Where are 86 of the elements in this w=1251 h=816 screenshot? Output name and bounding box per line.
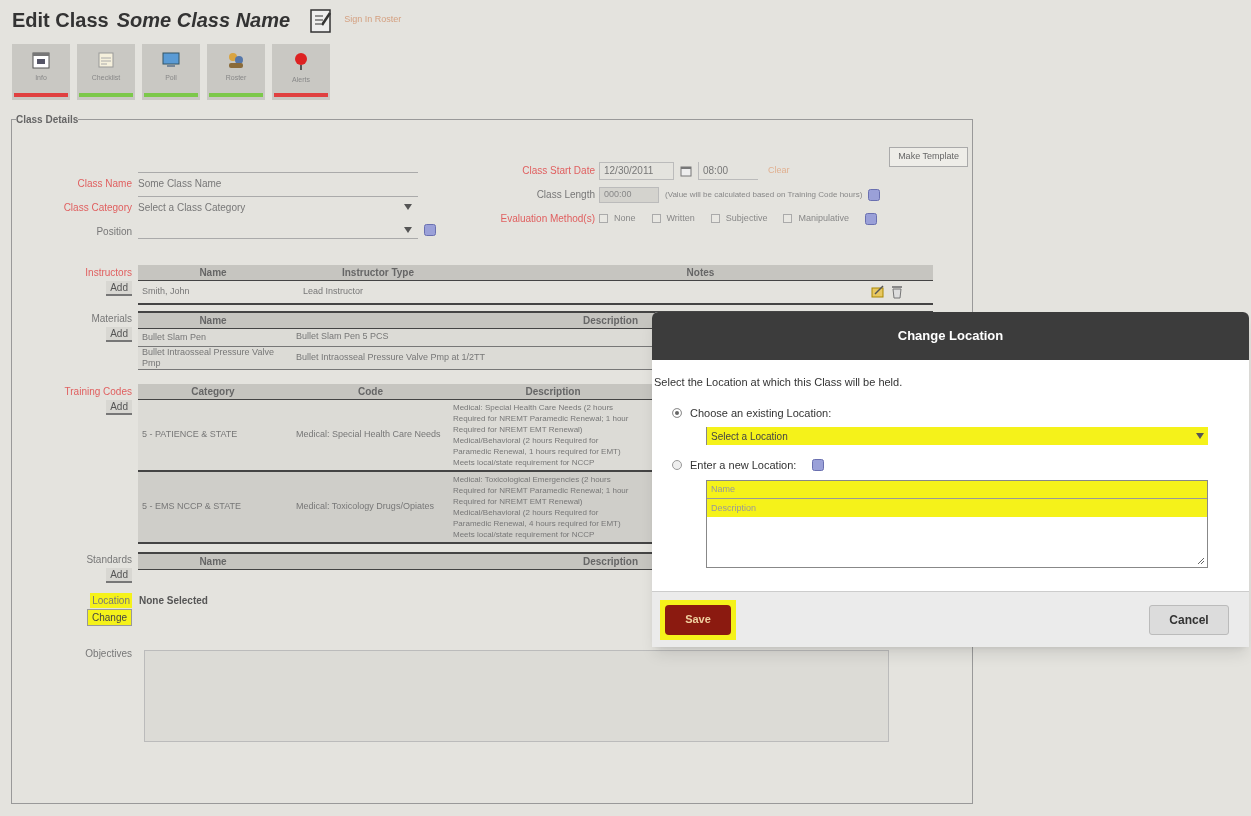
checkbox-label: None xyxy=(614,211,636,225)
class-name-field[interactable]: Some Class Name xyxy=(138,171,418,191)
add-button[interactable]: Add xyxy=(106,567,132,583)
resize-handle-icon[interactable] xyxy=(1197,556,1205,565)
pin-icon xyxy=(292,51,310,71)
checkbox[interactable] xyxy=(651,214,661,223)
section-label: Training Codes xyxy=(64,384,132,399)
column-header: Instructor Type xyxy=(341,265,414,280)
add-button[interactable]: Add xyxy=(106,399,132,415)
section-label: Materials xyxy=(91,311,132,326)
table-cell-text: Lead Instructor xyxy=(302,284,365,298)
table-cell-text: Smith, John xyxy=(141,284,191,298)
column-header: Description xyxy=(583,554,638,569)
caret-icon xyxy=(404,227,412,233)
checkbox[interactable] xyxy=(783,214,793,223)
table-cell-text: Medical: Toxicological Emergencies (2 hours Required for NREMT Paramedic Renewal; 1 hour Required for NREMT EMT Renewal) Medical/Behavioral (2 hours Required for Paramedic Renewal, 4 hours required for EMT) Meets local/state requirement for NCCP xyxy=(453,473,630,541)
location-dropdown[interactable]: Select a Location xyxy=(706,427,1208,445)
cancel-button[interactable]: Cancel xyxy=(1149,604,1229,635)
radio-label: Choose an existing Location: xyxy=(690,405,832,421)
table-cell-text: 5 - PATIENCE & STATE xyxy=(141,427,239,441)
radio-button[interactable] xyxy=(672,407,682,418)
column-header: Description xyxy=(525,384,581,399)
column-header: Code xyxy=(358,384,383,399)
radio-label: Enter a new Location: xyxy=(690,458,797,473)
table-cell-text: Bullet Slam Pen 5 PCS xyxy=(295,330,389,344)
field-label: Class Start Date xyxy=(522,164,595,178)
checkbox-label: Manipulative xyxy=(798,211,849,225)
add-button[interactable]: Add xyxy=(106,326,132,342)
checkbox-label: Written xyxy=(666,211,695,225)
edit-icon[interactable] xyxy=(871,284,885,298)
help-icon[interactable] xyxy=(864,212,877,225)
date-field[interactable]: 12/30/2011 xyxy=(599,161,674,180)
calendar-icon[interactable] xyxy=(680,164,692,177)
field-label: Class Name xyxy=(77,176,132,191)
class-name-title: Some Class Name xyxy=(116,8,291,33)
dialog-instructions: Select the Location at which this Class will be held. xyxy=(653,375,904,390)
class-length-field: 000:00 xyxy=(599,186,659,203)
location-value: None Selected xyxy=(138,593,208,608)
calendar-icon xyxy=(32,51,50,69)
name-field[interactable]: Name xyxy=(707,480,1207,499)
make-template-button[interactable]: Make Template xyxy=(889,147,968,167)
class-category-dropdown[interactable]: Select a Class Category xyxy=(138,195,418,215)
column-header: Name xyxy=(199,265,227,280)
table-cell-text: Bullet Intraosseal Pressure Valve Pmp at 1/2TT xyxy=(295,350,485,364)
calculation-note: (Value will be calculated based on Training Code hours) xyxy=(665,188,863,201)
caret-icon xyxy=(404,204,412,210)
field-label: Class Category xyxy=(63,200,132,215)
trash-icon[interactable] xyxy=(891,284,903,299)
table-cell-text: 5 - EMS NCCP & STATE xyxy=(141,499,243,513)
checkbox[interactable] xyxy=(599,214,608,223)
section-label: Location xyxy=(90,592,132,608)
table-cell-text: Bullet Slam Pen xyxy=(141,331,208,343)
radio-button[interactable] xyxy=(672,460,682,471)
field-label: Evaluation Method(s) xyxy=(500,212,595,226)
table-cell-text: Medical: Special Health Care Needs (2 hours Required for NREMT Paramedic Renewal; 1 hour Required for NREMT EMT Renewal) Medical/Behavioral (2 hours Required for Paramedic Renewal, 1 hours required for EMT) Meets local/state requirement for NCCP xyxy=(453,401,630,469)
help-icon[interactable] xyxy=(812,459,825,472)
column-header: Name xyxy=(199,313,227,328)
section-label: Instructors xyxy=(85,265,132,280)
monitor-icon xyxy=(161,51,181,69)
section-label: Standards xyxy=(86,552,132,567)
add-button[interactable]: Add xyxy=(106,280,132,296)
notepad-icon xyxy=(97,51,115,69)
field-label: Position xyxy=(96,224,132,239)
panel-legend: Class Details xyxy=(16,112,79,127)
column-header: Description xyxy=(583,313,638,328)
help-icon[interactable] xyxy=(868,188,881,201)
help-icon[interactable] xyxy=(424,223,436,236)
time-field[interactable]: 08:00 xyxy=(698,161,758,180)
dialog-title: Change Location xyxy=(897,327,1004,346)
change-button[interactable]: Change xyxy=(86,608,132,626)
table-cell-text: Medical: Special Health Care Needs xyxy=(295,429,442,440)
column-header: Notes xyxy=(686,265,715,280)
people-icon xyxy=(226,51,246,69)
column-header: Category xyxy=(191,384,235,399)
page-title: Edit Class xyxy=(12,8,109,33)
save-button[interactable]: Save xyxy=(665,604,731,635)
field-label: Class Length xyxy=(536,188,595,202)
table-cell-text: Medical: Toxicology Drugs/Opiates xyxy=(295,501,435,512)
objectives-field[interactable] xyxy=(144,649,889,742)
caret-icon xyxy=(1196,433,1204,439)
table-cell-text: Bullet Intraosseal Pressure Valve Pmp xyxy=(141,346,275,369)
checkbox-label: Subjective xyxy=(725,211,768,225)
checkbox[interactable] xyxy=(710,214,720,223)
clipboard-icon[interactable] xyxy=(310,7,333,33)
field-label: Objectives xyxy=(85,646,132,661)
column-header: Name xyxy=(199,554,227,569)
